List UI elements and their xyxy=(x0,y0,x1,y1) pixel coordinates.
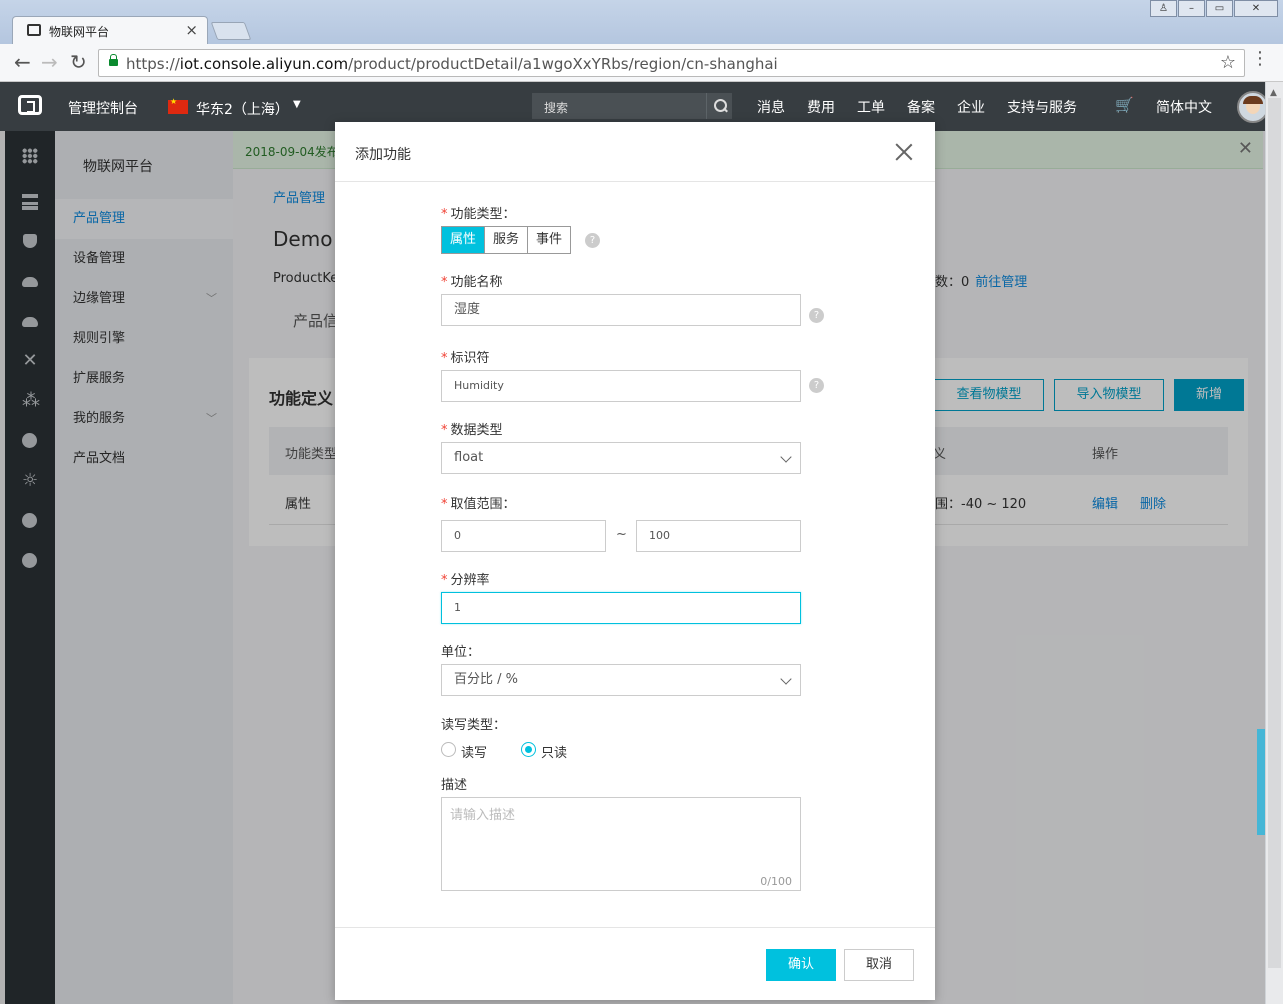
help-icon[interactable]: ? xyxy=(809,308,824,323)
dialog-title: 添加功能 xyxy=(355,147,411,163)
nav-icp[interactable]: 备案 xyxy=(907,97,935,117)
browser-titlebar: 物联网平台 × ♙ – ▭ ✕ xyxy=(0,0,1283,44)
radio-label: 读写 xyxy=(461,746,488,761)
user-icon[interactable]: ♙ xyxy=(1150,0,1177,17)
resolution-label: * 分辨率 xyxy=(441,573,490,588)
description-placeholder: 请输入描述 xyxy=(450,808,516,823)
description-label: 描述 xyxy=(441,778,468,793)
window-controls: ♙ – ▭ ✕ xyxy=(1149,0,1278,17)
chevron-down-icon xyxy=(780,673,792,685)
data-type-value: float xyxy=(454,450,484,465)
description-textarea[interactable]: 请输入描述 0/100 xyxy=(441,797,801,891)
radio-label: 只读 xyxy=(541,746,568,761)
nav-messages[interactable]: 消息 xyxy=(757,97,785,117)
new-tab-button[interactable] xyxy=(210,22,252,40)
range-min-input[interactable]: 0 xyxy=(441,520,606,552)
scrollbar-thumb[interactable] xyxy=(1268,98,1281,968)
unit-label: 单位： xyxy=(441,645,481,660)
resolution-input[interactable]: 1 xyxy=(441,592,801,624)
nav-tickets[interactable]: 工单 xyxy=(857,97,885,117)
help-icon[interactable]: ? xyxy=(585,233,600,248)
radio-circle-checked[interactable] xyxy=(521,742,536,757)
region-caret-icon[interactable]: ▼ xyxy=(293,99,301,110)
unit-value: 百分比 / % xyxy=(454,672,518,687)
unit-select[interactable]: 百分比 / % xyxy=(441,664,801,696)
url-text: https://iot.console.aliyun.com/product/p… xyxy=(126,55,778,73)
close-window-button[interactable]: ✕ xyxy=(1234,0,1278,17)
dialog-header: 添加功能 xyxy=(335,122,935,182)
help-icon[interactable]: ? xyxy=(809,378,824,393)
func-name-label: * 功能名称 xyxy=(441,275,503,290)
func-type-property[interactable]: 属性 xyxy=(442,227,485,253)
aliyun-logo-icon[interactable] xyxy=(18,95,42,115)
rw-type-label: 读写类型： xyxy=(441,718,507,733)
cancel-button[interactable]: 取消 xyxy=(844,949,914,981)
identifier-input[interactable]: Humidity xyxy=(441,370,801,402)
china-flag-icon xyxy=(168,97,188,114)
radio-circle[interactable] xyxy=(441,742,456,757)
minimize-button[interactable]: – xyxy=(1178,0,1205,17)
forward-icon[interactable]: → xyxy=(41,52,58,72)
data-type-select[interactable]: float xyxy=(441,442,801,474)
screen: 物联网平台 × ♙ – ▭ ✕ ← → ↻ https://iot.consol… xyxy=(0,0,1283,1004)
func-type-segmented: 属性 服务 事件 xyxy=(441,226,572,254)
reload-icon[interactable]: ↻ xyxy=(70,52,87,72)
maximize-button[interactable]: ▭ xyxy=(1206,0,1233,17)
func-name-input[interactable]: 湿度 xyxy=(441,294,801,326)
range-label: * 取值范围： xyxy=(441,497,516,512)
range-separator: ~ xyxy=(616,527,627,542)
add-function-dialog: 添加功能 * 功能类型： 属性 服务 事件 ? * 功能名称 湿度 ? * 标识符 H… xyxy=(335,122,935,1000)
func-type-label: * 功能类型： xyxy=(441,207,516,222)
nav-billing[interactable]: 费用 xyxy=(807,97,835,117)
search-input[interactable]: 搜索 xyxy=(544,99,568,116)
back-icon[interactable]: ← xyxy=(14,52,31,72)
nav-enterprise[interactable]: 企业 xyxy=(957,97,985,117)
console-title[interactable]: 管理控制台 xyxy=(68,98,138,118)
bookmark-star-icon[interactable]: ☆ xyxy=(1220,52,1236,73)
tab-close-icon[interactable]: × xyxy=(185,21,198,39)
browser-menu-icon[interactable]: ⋮ xyxy=(1251,50,1269,68)
region-selector[interactable]: 华东2（上海） xyxy=(196,99,289,119)
tab-title: 物联网平台 xyxy=(49,25,110,39)
char-counter: 0/100 xyxy=(760,875,792,888)
feedback-tab[interactable] xyxy=(1257,729,1265,835)
confirm-button[interactable]: 确认 xyxy=(766,949,836,981)
lock-icon xyxy=(109,54,118,66)
cart-icon[interactable]: 🛒 xyxy=(1115,96,1134,114)
aliyun-favicon-icon xyxy=(27,24,41,36)
close-icon[interactable] xyxy=(892,140,916,164)
dialog-footer: 确认 取消 xyxy=(335,927,935,1000)
search-box[interactable]: 搜索 xyxy=(532,93,732,119)
browser-toolbar: ← → ↻ https://iot.console.aliyun.com/pro… xyxy=(0,44,1283,82)
func-type-event[interactable]: 事件 xyxy=(527,227,570,253)
scroll-up-icon[interactable]: ▲ xyxy=(1270,88,1277,98)
language-selector[interactable]: 简体中文 xyxy=(1156,97,1212,117)
chevron-down-icon xyxy=(780,451,792,463)
browser-tab[interactable]: 物联网平台 × xyxy=(12,16,208,44)
page-scrollbar[interactable]: ▲ xyxy=(1265,82,1283,1004)
address-bar[interactable]: https://iot.console.aliyun.com/product/p… xyxy=(98,49,1245,77)
top-nav: 消息 费用 工单 备案 企业 支持与服务 xyxy=(757,97,1099,117)
range-max-input[interactable]: 100 xyxy=(636,520,801,552)
search-icon[interactable] xyxy=(706,93,732,119)
func-type-service[interactable]: 服务 xyxy=(484,227,527,253)
nav-support[interactable]: 支持与服务 xyxy=(1007,97,1077,117)
data-type-label: * 数据类型 xyxy=(441,423,503,438)
identifier-label: * 标识符 xyxy=(441,351,490,366)
